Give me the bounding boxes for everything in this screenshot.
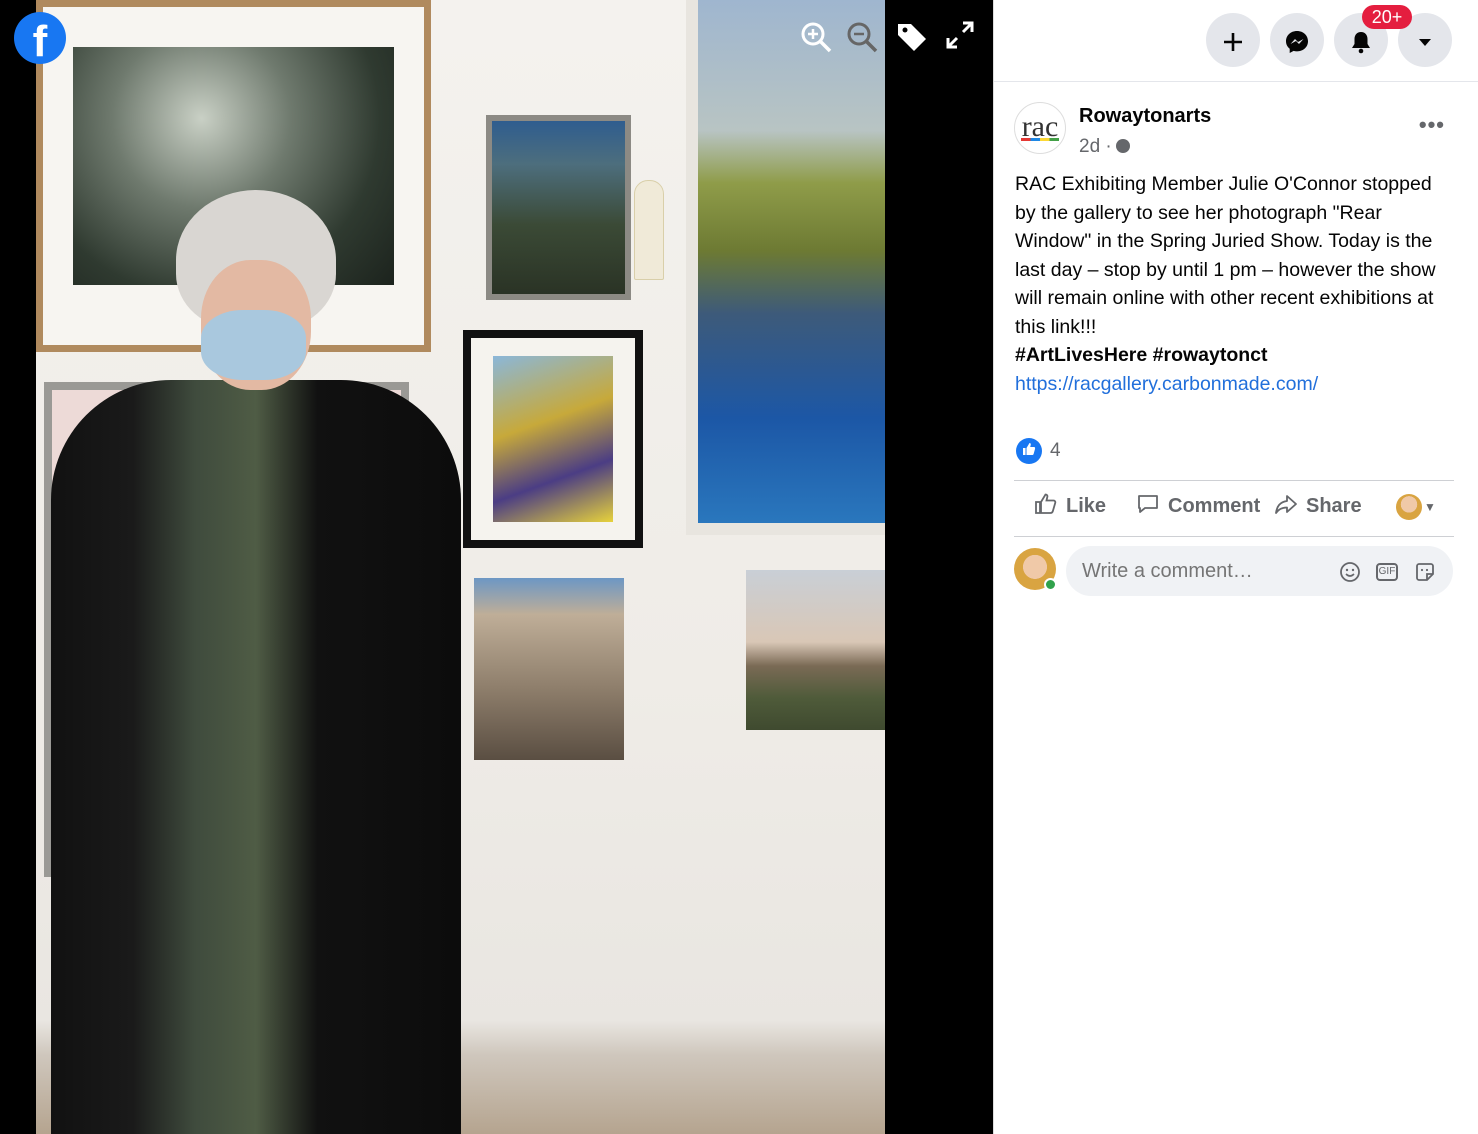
post-hashtags[interactable]: #ArtLivesHere #rowaytonct <box>1015 341 1455 370</box>
share-icon <box>1274 492 1298 517</box>
divider <box>1014 536 1454 537</box>
top-navigation: 20+ <box>994 0 1478 82</box>
reaction-count: 4 <box>1050 440 1061 461</box>
post-time-text: 2d · <box>1079 136 1112 157</box>
caret-down-icon: ▼ <box>1424 500 1436 514</box>
avatar <box>1396 494 1422 520</box>
divider <box>1014 480 1454 481</box>
page-name-link[interactable]: Rowaytonarts <box>1079 105 1211 128</box>
award-ribbon <box>634 180 664 280</box>
comment-composer: GIF <box>1014 546 1454 596</box>
like-reaction-icon <box>1016 438 1042 464</box>
tag-icon[interactable] <box>894 20 930 56</box>
create-button[interactable] <box>1206 13 1260 67</box>
online-status-dot <box>1044 578 1057 591</box>
post-body-text: RAC Exhibiting Member Julie O'Connor sto… <box>1015 173 1436 338</box>
fullscreen-icon[interactable] <box>942 20 978 56</box>
comment-button[interactable]: Comment <box>1136 492 1260 518</box>
post-panel: 20+ rac Rowaytonarts 2d · ••• RAC Exhibi… <box>993 0 1478 1134</box>
globe-icon <box>1115 139 1130 153</box>
thumbs-up-icon <box>1034 492 1058 517</box>
post-timestamp[interactable]: 2d · <box>1079 136 1130 158</box>
share-label: Share <box>1306 495 1362 517</box>
reactions-summary[interactable]: 4 <box>1016 438 1061 468</box>
face-mask <box>201 310 306 380</box>
like-label: Like <box>1066 495 1107 517</box>
post-link[interactable]: https://racgallery.carbonmade.com/ <box>1015 370 1455 399</box>
gif-icon[interactable]: GIF <box>1376 563 1398 581</box>
emoji-icon[interactable] <box>1339 561 1361 583</box>
artwork-hills-photo <box>746 570 885 730</box>
post-message: RAC Exhibiting Member Julie O'Connor sto… <box>1015 170 1455 398</box>
zoom-in-icon[interactable] <box>798 20 834 56</box>
page-avatar[interactable]: rac <box>1014 102 1066 154</box>
post-header: rac Rowaytonarts 2d · ••• <box>1014 102 1459 162</box>
share-button[interactable]: Share <box>1274 492 1362 518</box>
messenger-button[interactable] <box>1270 13 1324 67</box>
zoom-out-icon[interactable] <box>844 20 880 56</box>
react-as-selector[interactable]: ▼ <box>1396 494 1436 520</box>
photo-viewer: f <box>0 0 993 1134</box>
artwork-marsh-painting <box>686 0 885 535</box>
comment-icon <box>1136 492 1160 517</box>
artwork-house-photo <box>486 115 631 300</box>
notifications-badge: 20+ <box>1362 5 1412 29</box>
comment-label: Comment <box>1168 495 1261 517</box>
sticker-icon[interactable] <box>1414 561 1436 583</box>
person-figure <box>51 380 461 1134</box>
more-options-icon[interactable]: ••• <box>1419 112 1445 138</box>
post-action-bar: Like Comment Share ▼ <box>1014 486 1454 530</box>
like-button[interactable]: Like <box>1034 492 1106 518</box>
artwork-building <box>474 578 624 760</box>
facebook-logo-icon[interactable]: f <box>14 12 66 66</box>
artwork-rear-window <box>463 330 643 548</box>
post-photo[interactable] <box>36 0 885 1134</box>
